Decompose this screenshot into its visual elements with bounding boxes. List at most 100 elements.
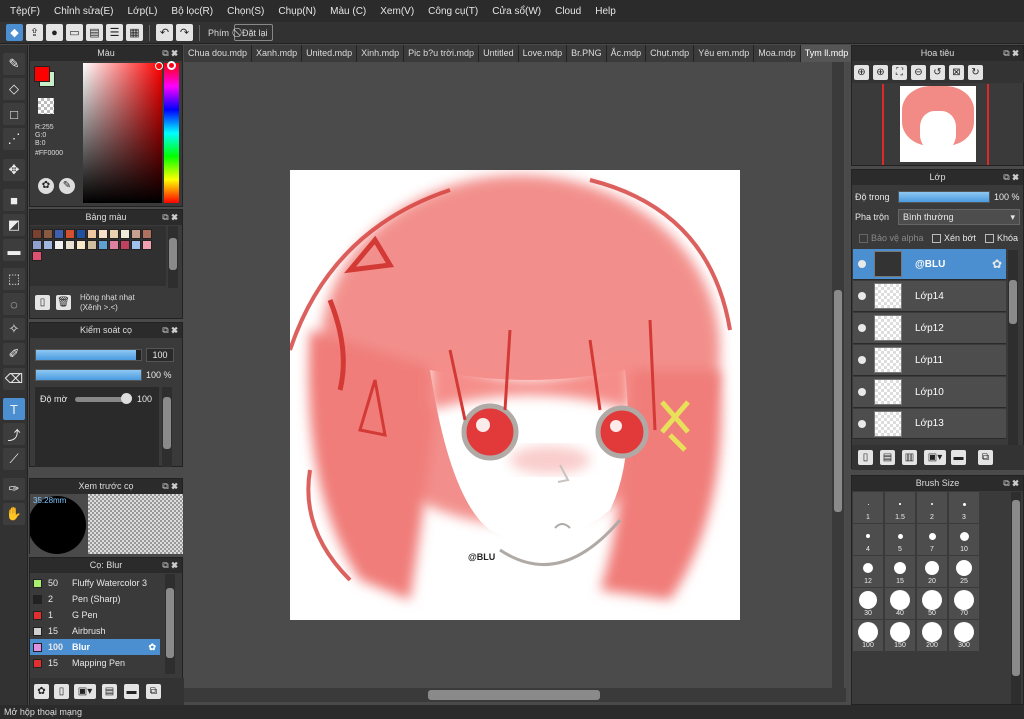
comment-icon[interactable]: ● (46, 24, 63, 41)
rect-select-tool-icon[interactable]: ⬚ (3, 268, 25, 290)
navigator-preview[interactable] (882, 84, 989, 165)
document-icon[interactable]: ▤ (86, 24, 103, 41)
hand-pen-tool-icon[interactable]: ✑ (3, 478, 25, 500)
list-icon[interactable]: ☰ (106, 24, 123, 41)
layer-list-scrollbar[interactable] (1008, 250, 1018, 446)
menu-item[interactable]: Chọn(S) (220, 6, 271, 17)
panel-icon[interactable]: ▦ (126, 24, 143, 41)
palette-swatch[interactable] (120, 229, 130, 239)
brush-size-cell[interactable]: 2 (917, 492, 947, 523)
eraser-tool-icon[interactable]: ◇ (3, 78, 25, 100)
gear-icon[interactable]: ✿ (992, 257, 1002, 271)
canvas-horizontal-scrollbar[interactable] (184, 688, 846, 702)
brush-size-cell[interactable]: 1.5 (885, 492, 915, 523)
brush-list-item[interactable]: 1 G Pen (30, 607, 160, 623)
menu-item[interactable]: Cloud (548, 6, 588, 17)
brush-document-icon[interactable]: ▤ (102, 684, 117, 699)
brush-size-cell[interactable]: 70 (949, 588, 979, 619)
fill-rect-tool-icon[interactable]: ■ (3, 189, 25, 211)
layer-row[interactable]: Lớp11 (853, 345, 1006, 376)
rectangle-tool-icon[interactable]: □ (3, 103, 25, 125)
palette-swatch[interactable] (54, 240, 64, 250)
palette-swatch[interactable] (32, 240, 42, 250)
brush-size-cell[interactable]: 200 (917, 620, 947, 651)
document-tab[interactable]: Xinh.mdp (357, 45, 405, 62)
palette-swatch[interactable] (76, 240, 86, 250)
palette-swatch[interactable] (32, 229, 42, 239)
palette-icon[interactable]: ✿ (38, 178, 54, 194)
palette-swatch[interactable] (109, 229, 119, 239)
brush-size-scrollbar[interactable] (1011, 492, 1021, 704)
brush-size-cell[interactable]: 100 (853, 620, 883, 651)
eye-icon[interactable] (858, 260, 866, 268)
zoom-in-icon[interactable]: ⊕ (854, 65, 869, 80)
redo-icon[interactable]: ↷ (176, 24, 193, 41)
palette-swatch[interactable] (43, 240, 53, 250)
brush-opacity-slider[interactable] (35, 369, 142, 381)
brush-list-item[interactable]: 15 Mapping Pen (30, 655, 160, 671)
rotate-right-icon[interactable]: ↻ (968, 65, 983, 80)
delete-palette-icon[interactable]: 🗑 (56, 295, 71, 310)
palette-swatch[interactable] (54, 229, 64, 239)
select-eraser-tool-icon[interactable]: ⌫ (3, 368, 25, 390)
brush-size-cell[interactable]: 300 (949, 620, 979, 651)
brush-size-cell[interactable]: 4 (853, 524, 883, 555)
palette-swatch[interactable] (87, 240, 97, 250)
brush-size-cell[interactable]: 50 (917, 588, 947, 619)
hue-cursor[interactable] (167, 61, 176, 70)
layer-opacity-slider[interactable] (898, 191, 990, 203)
document-tab[interactable]: Moa.mdp (754, 45, 801, 62)
palette-swatch[interactable] (131, 229, 141, 239)
layer-duplicate-icon[interactable]: ⧉ (978, 450, 993, 465)
gradient-tool-icon[interactable]: ▬ (3, 239, 25, 261)
brush-list-item[interactable]: 100 Blur ✿ (30, 639, 160, 655)
transparent-color-swatch[interactable] (38, 98, 54, 114)
menu-item[interactable]: Help (588, 6, 623, 17)
brush-size-cell[interactable]: 5 (885, 524, 915, 555)
eye-icon[interactable] (858, 356, 866, 364)
brush-list-item[interactable]: 15 Airbrush (30, 623, 160, 639)
protect-alpha-checkbox[interactable]: Bảo vệ alpha (859, 233, 924, 244)
brush-size-cell[interactable]: 20 (917, 556, 947, 587)
divide-tool-icon[interactable]: ⤴ (3, 423, 25, 445)
palette-swatch[interactable] (65, 229, 75, 239)
chat-icon[interactable]: ▭ (66, 24, 83, 41)
menu-item[interactable]: Màu (C) (323, 6, 373, 17)
document-tab[interactable]: Chụt.mdp (646, 45, 695, 62)
pen-tool-icon[interactable]: ✎ (3, 53, 25, 75)
zoom-out-icon[interactable]: ⊖ (911, 65, 926, 80)
palette-swatch[interactable] (87, 229, 97, 239)
brush-size-value[interactable]: 100 (146, 348, 174, 362)
text-tool-icon[interactable]: T (3, 398, 25, 420)
layer-row[interactable]: @BLU ✿ (853, 249, 1006, 280)
add-brush-menu-icon[interactable]: ▣▾ (74, 684, 96, 699)
palette-swatch[interactable] (65, 240, 75, 250)
canvas-vertical-scrollbar[interactable] (832, 62, 844, 688)
palette-swatch[interactable] (109, 240, 119, 250)
document-tab[interactable]: Yêu em.mdp (694, 45, 755, 62)
reset-button[interactable]: ⃠Đặt lại (234, 24, 273, 41)
new-layer-icon[interactable]: ▯ (858, 450, 873, 465)
layer-row[interactable]: Lớp14 (853, 281, 1006, 312)
eyedropper-tool-icon[interactable]: ⟋ (3, 448, 25, 470)
blend-mode-select[interactable]: Bình thường ▾ (898, 209, 1020, 225)
eye-icon[interactable] (858, 324, 866, 332)
document-tab[interactable]: United.mdp (302, 45, 358, 62)
palette-swatch[interactable] (98, 240, 108, 250)
brush-size-cell[interactable]: 30 (853, 588, 883, 619)
document-tab[interactable]: Ắc.mdp (606, 45, 647, 62)
magic-wand-tool-icon[interactable]: ✧ (3, 318, 25, 340)
export-icon[interactable]: ⇪ (26, 24, 43, 41)
brush-size-cell[interactable]: 1 (853, 492, 883, 523)
brush-params-scrollbar[interactable] (162, 387, 172, 467)
menu-item[interactable]: Tệp(F) (3, 6, 47, 17)
document-tab[interactable]: Tym ll.mdp (800, 45, 854, 62)
palette-swatch[interactable] (98, 229, 108, 239)
add-layer-menu-icon[interactable]: ▣▾ (924, 450, 946, 465)
layer-folder-icon[interactable]: ▬ (951, 450, 966, 465)
undo-icon[interactable]: ↶ (156, 24, 173, 41)
palette-swatch[interactable] (32, 251, 42, 261)
brush-settings-icon[interactable]: ✿ (34, 684, 49, 699)
brush-size-cell[interactable]: 25 (949, 556, 979, 587)
gear-icon[interactable]: ✿ (148, 642, 156, 653)
